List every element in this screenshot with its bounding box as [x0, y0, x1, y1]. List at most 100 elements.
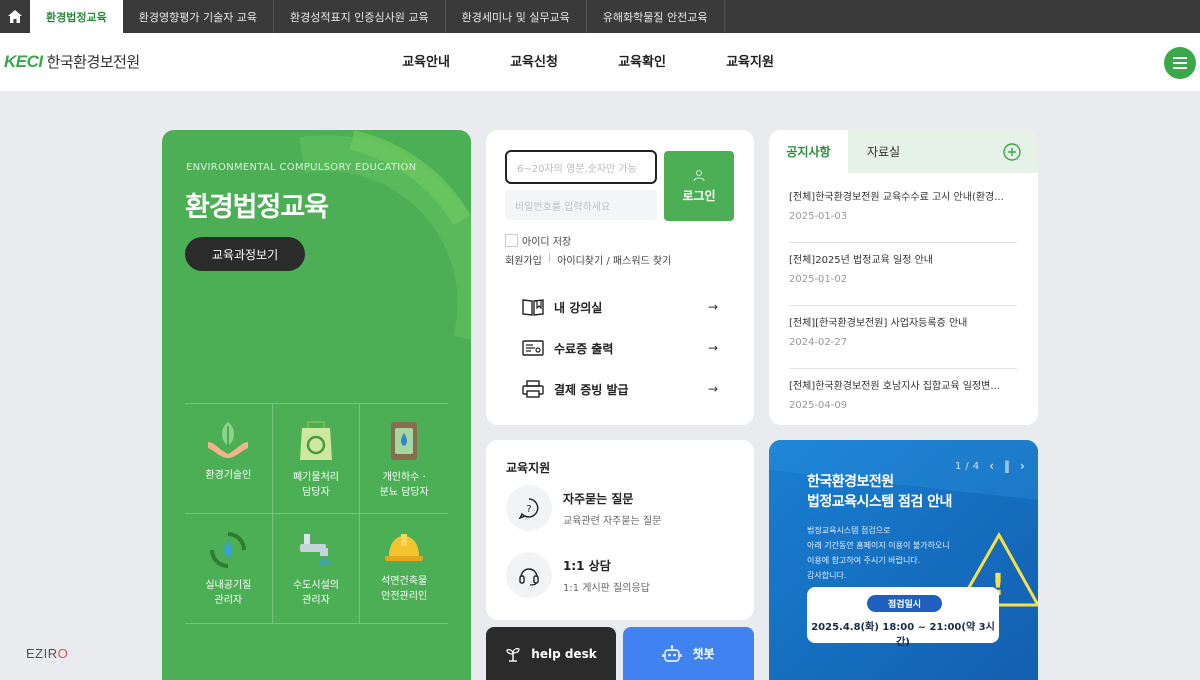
- plus-icon[interactable]: [1003, 143, 1021, 161]
- category-asbestos[interactable]: 석면건축물 안전관리인: [360, 514, 448, 624]
- home-button[interactable]: [0, 0, 30, 33]
- recycle-bag-icon: [299, 421, 332, 460]
- nav-edu-check[interactable]: 교육확인: [588, 33, 696, 91]
- prev-arrow-icon[interactable]: ‹: [989, 459, 994, 473]
- login-button[interactable]: 로그인: [664, 151, 734, 221]
- support-text: 1:1 상담 1:1 게시판 질의응답: [563, 557, 650, 594]
- question-bubble-icon: ?: [518, 498, 539, 519]
- pause-icon[interactable]: ‖: [1004, 459, 1010, 473]
- maintenance-banner[interactable]: ! 1 / 4 ‹ ‖ › 한국환경보전원 법정교육시스템 점검 안내 법정교육…: [769, 440, 1038, 680]
- faucet-icon: [299, 534, 329, 566]
- category-env-technician[interactable]: 환경기술인: [185, 404, 273, 514]
- one-on-one-link[interactable]: 1:1 상담 1:1 게시판 질의응답: [506, 552, 736, 598]
- login-card: 6~20자의 영문,숫자만 가능 비밀번호를 입력하세요 로그인 아이디 저장 …: [486, 130, 754, 425]
- pager-total: 4: [972, 460, 980, 472]
- quick-label: 수료증 출력: [554, 341, 614, 356]
- brand-suffix: O: [57, 646, 69, 661]
- main-nav: 교육안내 교육신청 교육확인 교육지원: [372, 33, 804, 91]
- notice-date: 2024-02-27: [789, 337, 848, 348]
- toptab-eia[interactable]: 환경영향평가 기술자 교육: [123, 0, 275, 33]
- category-label: 실내공기질 관리자: [205, 580, 252, 606]
- support-name: 자주묻는 질문: [563, 491, 634, 506]
- notice-card: 공지사항 자료실 [전체]한국환경보전원 교육수수료 고시 안내(환경... 2…: [769, 130, 1038, 425]
- category-grid: 환경기술인 폐기물처리 담당자 개인하수 · 분뇨 담당자 실내공기질 관리자 …: [185, 403, 448, 624]
- remember-checkbox[interactable]: [505, 234, 518, 247]
- nav-edu-info[interactable]: 교육안내: [372, 33, 480, 91]
- category-indoor-air[interactable]: 실내공기질 관리자: [185, 514, 273, 624]
- category-sewage-manager[interactable]: 개인하수 · 분뇨 담당자: [360, 404, 448, 514]
- quick-label: 결제 증빙 발급: [554, 382, 629, 397]
- tab-notice[interactable]: 공지사항: [769, 130, 848, 173]
- logo-text: 한국환경보전원: [46, 53, 141, 71]
- arrow-right-icon: →: [707, 341, 718, 355]
- hamburger-icon: [1173, 57, 1187, 69]
- site-header: KECI 한국환경보전원 교육안내 교육신청 교육확인 교육지원: [0, 33, 1200, 91]
- find-account-link[interactable]: 아이디찾기 / 패스워드 찾기: [557, 252, 671, 267]
- list-item[interactable]: [전체][한국환경보전원] 사업자등록증 안내 2024-02-27: [789, 306, 1017, 369]
- list-item[interactable]: [전체]한국환경보전원 교육수수료 고시 안내(환경... 2025-01-03: [789, 180, 1017, 243]
- certificate-print-link[interactable]: 수료증 출력 →: [522, 334, 718, 362]
- list-item[interactable]: [전체]2025년 법정교육 일정 안내 2025-01-02: [789, 243, 1017, 306]
- brand-prefix: EZIR: [26, 646, 58, 661]
- notice-list: [전체]한국환경보전원 교육수수료 고시 안내(환경... 2025-01-03…: [789, 180, 1017, 425]
- arrow-right-icon: →: [707, 300, 718, 314]
- quick-label: 내 강의실: [554, 300, 603, 315]
- home-icon: [8, 10, 22, 23]
- login-button-label: 로그인: [682, 188, 716, 203]
- hero-card: ENVIRONMENTAL COMPULSORY EDUCATION 환경법정교…: [162, 130, 471, 680]
- support-title: 교육지원: [506, 461, 551, 475]
- site-logo[interactable]: KECI 한국환경보전원: [4, 51, 140, 72]
- brand-mark: EZIRO: [26, 646, 68, 661]
- notice-title: [전체]한국환경보전원 호남지사 집합교육 일정변...: [789, 381, 1000, 392]
- support-desc: 1:1 게시판 질의응답: [563, 582, 650, 594]
- support-name: 1:1 상담: [563, 558, 611, 573]
- certificate-icon: [522, 340, 544, 356]
- toptab-chemical[interactable]: 유해화학물질 안전교육: [587, 0, 725, 33]
- robot-icon: [662, 644, 683, 662]
- category-label: 수도시설의 관리자: [292, 580, 339, 606]
- book-icon: [522, 299, 544, 316]
- banner-description: 법정교육시스템 점검으로 아래 기간동안 홈페이지 이용이 불가하오니 이용에 …: [807, 526, 950, 580]
- sprout-icon: [506, 647, 520, 662]
- faq-link[interactable]: ? 자주묻는 질문 교육관련 자주묻는 질문: [506, 485, 736, 531]
- banner-pager: 1 / 4 ‹ ‖ ›: [955, 459, 1025, 473]
- banner-title: 한국환경보전원 법정교육시스템 점검 안내: [807, 474, 952, 510]
- notice-tabs: 공지사항 자료실: [769, 130, 1038, 173]
- remember-id[interactable]: 아이디 저장: [505, 233, 571, 248]
- account-links: 회원가입 | 아이디찾기 / 패스워드 찾기: [505, 252, 671, 267]
- helpdesk-button[interactable]: help desk: [486, 627, 616, 680]
- category-waste-manager[interactable]: 폐기물처리 담당자: [272, 404, 361, 514]
- category-label: 폐기물처리 담당자: [292, 472, 339, 498]
- payment-receipt-link[interactable]: 결제 증빙 발급 →: [522, 375, 718, 403]
- category-label: 환경기술인: [205, 470, 252, 481]
- support-card: 교육지원 ? 자주묻는 질문 교육관련 자주묻는 질문 1:1 상담 1:1 게…: [486, 440, 754, 620]
- schedule-time: 2025.4.8(화) 18:00 ~ 21:00(약 3시간): [811, 622, 995, 648]
- nav-edu-support[interactable]: 교육지원: [696, 33, 804, 91]
- course-view-button[interactable]: 교육과정보기: [185, 237, 305, 271]
- menu-button[interactable]: [1164, 47, 1196, 79]
- toptab-label-cert[interactable]: 환경성적표지 인증심사원 교육: [274, 0, 446, 33]
- notice-title: [전체]2025년 법정교육 일정 안내: [789, 255, 933, 266]
- nav-edu-apply[interactable]: 교육신청: [480, 33, 588, 91]
- hero-title: 환경법정교육: [185, 192, 329, 223]
- toptab-env-law[interactable]: 환경법정교육: [30, 0, 123, 33]
- hero-subtitle: ENVIRONMENTAL COMPULSORY EDUCATION: [186, 162, 417, 173]
- category-water-facility[interactable]: 수도시설의 관리자: [272, 514, 361, 624]
- support-icon-wrap: [506, 552, 552, 598]
- support-desc: 교육관련 자주묻는 질문: [563, 515, 662, 527]
- pager-current: 1: [955, 460, 962, 472]
- toptab-seminar[interactable]: 환경세미나 및 실무교육: [446, 0, 587, 33]
- chatbot-label: 챗봇: [692, 647, 715, 661]
- chatbot-button[interactable]: 챗봇: [623, 627, 754, 680]
- next-arrow-icon[interactable]: ›: [1020, 459, 1025, 473]
- list-item[interactable]: [전체]한국환경보전원 호남지사 집합교육 일정변... 2025-04-09: [789, 369, 1017, 425]
- notice-date: 2025-01-03: [789, 211, 848, 222]
- printer-icon: [522, 380, 544, 398]
- signup-link[interactable]: 회원가입: [505, 252, 542, 267]
- id-input[interactable]: 6~20자의 영문,숫자만 가능: [505, 150, 657, 184]
- notice-date: 2025-01-02: [789, 274, 848, 285]
- my-classroom-link[interactable]: 내 강의실 →: [522, 293, 718, 321]
- water-tank-icon: [391, 422, 418, 460]
- password-input[interactable]: 비밀번호를 입력하세요: [505, 190, 657, 220]
- pager-sep: /: [965, 460, 969, 472]
